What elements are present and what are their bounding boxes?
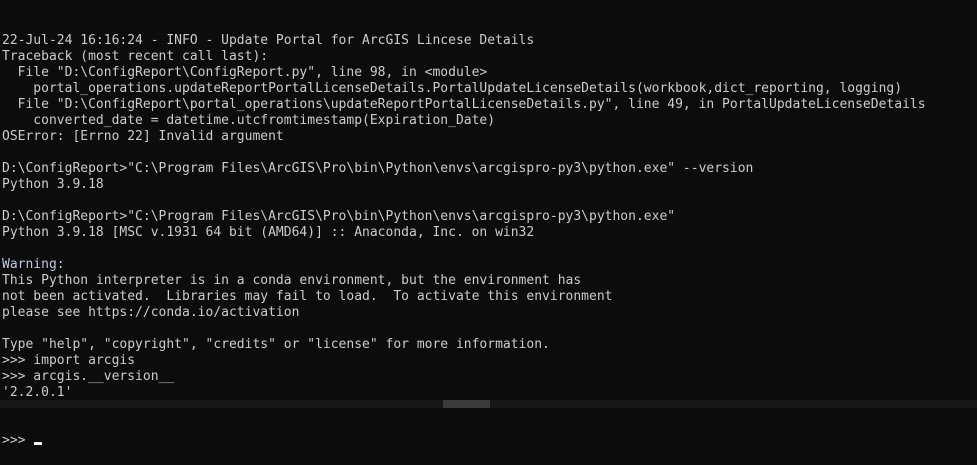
console-line: Traceback (most recent call last): [2, 49, 269, 64]
console-line: OSError: [Errno 22] Invalid argument [2, 129, 284, 144]
console-line: portal_operations.updateReportPortalLice… [2, 81, 903, 96]
scrollbar-thumb[interactable] [443, 400, 490, 408]
text-cursor [34, 442, 43, 445]
console-line: >>> arcgis.__version__ [2, 369, 175, 384]
console-line: D:\ConfigReport>"C:\Program Files\ArcGIS… [2, 161, 754, 176]
console-line: Python 3.9.18 [2, 177, 104, 192]
console-output[interactable]: 22-Jul-24 16:16:24 - INFO - Update Porta… [2, 1, 977, 465]
console-line: Type "help", "copyright", "credits" or "… [2, 337, 550, 352]
console-line: please see https://conda.io/activation [2, 305, 300, 320]
console-line: not been activated. Libraries may fail t… [2, 289, 613, 304]
console-lines: 22-Jul-24 16:16:24 - INFO - Update Porta… [2, 33, 977, 401]
console-line: Warning: [2, 257, 65, 272]
console-line: File "D:\ConfigReport\ConfigReport.py", … [2, 65, 488, 80]
console-line: >>> import arcgis [2, 353, 136, 368]
prompt: >>> [2, 433, 34, 448]
console-line: This Python interpreter is in a conda en… [2, 273, 582, 288]
console-line: converted_date = datetime.utcfromtimesta… [2, 113, 496, 128]
console-line: D:\ConfigReport>"C:\Program Files\ArcGIS… [2, 209, 676, 224]
console-line: Python 3.9.18 [MSC v.1931 64 bit (AMD64)… [2, 225, 535, 240]
prompt-line[interactable]: >>> [2, 433, 977, 449]
console-line: '2.2.0.1' [2, 385, 73, 400]
console-line: File "D:\ConfigReport\portal_operations\… [2, 97, 926, 112]
horizontal-scrollbar[interactable] [0, 400, 977, 408]
console-line: 22-Jul-24 16:16:24 - INFO - Update Porta… [2, 33, 535, 48]
